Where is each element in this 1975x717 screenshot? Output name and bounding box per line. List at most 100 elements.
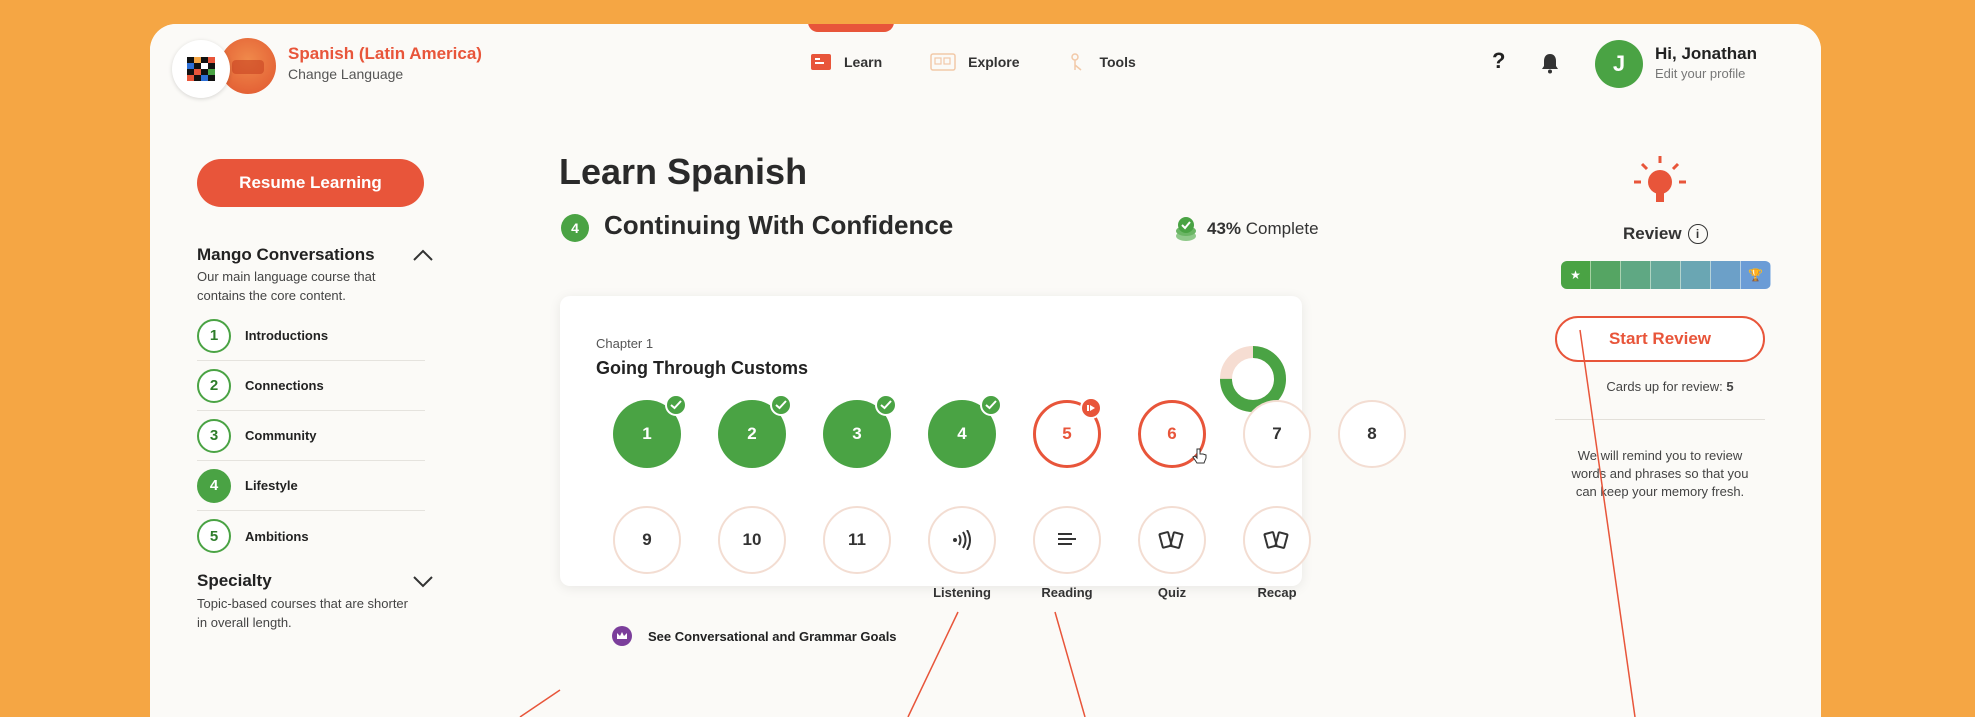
progress-segment	[1711, 261, 1741, 289]
trophy-icon: 🏆	[1741, 261, 1771, 289]
lesson-number: 9	[642, 530, 652, 549]
nav-learn-label: Learn	[844, 54, 883, 70]
mango-logo[interactable]	[172, 40, 230, 98]
cards-icon	[1158, 531, 1184, 549]
edit-profile-link[interactable]: Edit your profile	[1655, 66, 1745, 81]
lesson-5-button[interactable]: 5	[1033, 397, 1102, 468]
check-icon	[875, 394, 897, 416]
check-icon	[770, 394, 792, 416]
specialty-description: Topic-based courses that are shorter in …	[197, 596, 408, 630]
reading-activity-button[interactable]	[1033, 506, 1101, 574]
chevron-up-icon[interactable]	[412, 248, 434, 262]
avatar[interactable]: J	[1595, 40, 1643, 88]
listening-icon	[953, 530, 971, 550]
unit-badge: 4	[561, 214, 589, 242]
chevron-down-icon[interactable]	[412, 574, 434, 588]
recap-label: Recap	[1257, 585, 1297, 600]
info-icon[interactable]: i	[1687, 224, 1708, 244]
lesson-number: 5	[1062, 424, 1072, 443]
chapter-card: Chapter 1 Going Through Customs 1 2 3 4 …	[560, 296, 1311, 600]
unit-label: Connections	[245, 378, 324, 393]
lesson-number: 2	[747, 424, 757, 443]
recap-activity-button[interactable]	[1243, 506, 1311, 574]
nav-tools[interactable]: Tools	[1067, 52, 1136, 72]
unit-label: Ambitions	[245, 528, 309, 544]
lesson-number: 8	[1367, 424, 1377, 443]
check-icon	[665, 394, 687, 416]
remind-text: We will remind you to review words and p…	[1571, 448, 1749, 499]
help-button[interactable]: ?	[1492, 48, 1505, 74]
goals-label: See Conversational and Grammar Goals	[648, 628, 897, 644]
unit-number: 1	[197, 318, 231, 353]
unit-number: 5	[197, 519, 231, 553]
explore-icon	[930, 53, 956, 71]
progress-segment	[1621, 261, 1651, 289]
unit-number: 3	[197, 418, 231, 453]
lesson-9-button[interactable]: 9	[613, 506, 681, 574]
chapter-label: Chapter 1	[596, 336, 654, 351]
course-title[interactable]: Mango Conversations	[197, 245, 375, 265]
crown-icon	[612, 626, 632, 646]
lesson-1-button[interactable]: 1	[613, 394, 687, 468]
lesson-number: 10	[742, 530, 762, 549]
learn-icon	[811, 54, 831, 70]
sidebar-unit-connections[interactable]: 2 Connections	[197, 361, 425, 411]
cards-up-count: 5	[1726, 379, 1734, 394]
completion-stack-icon	[1176, 217, 1196, 241]
review-title: Review i	[1623, 224, 1708, 244]
lesson-7-button[interactable]: 7	[1243, 400, 1311, 468]
specialty-title[interactable]: Specialty	[197, 571, 272, 591]
divider	[1555, 419, 1765, 420]
start-review-button[interactable]: Start Review	[1555, 316, 1765, 362]
sidebar-unit-ambitions[interactable]: 5 Ambitions	[197, 511, 425, 561]
cards-icon	[1263, 531, 1289, 549]
completion-status: 43% Complete	[1175, 216, 1319, 242]
lesson-6-button[interactable]: 6	[1138, 400, 1207, 468]
completion-percent: 43%	[1207, 219, 1242, 238]
unit-title: Continuing With Confidence	[604, 210, 954, 240]
progress-segment	[1591, 261, 1621, 289]
progress-segment	[1651, 261, 1681, 289]
sidebar-unit-community[interactable]: 3 Community	[197, 411, 425, 461]
listening-activity-button[interactable]	[928, 506, 996, 574]
lesson-number: 7	[1272, 424, 1282, 443]
nav-explore[interactable]: Explore	[930, 52, 1019, 72]
reading-label: Reading	[1041, 585, 1093, 600]
resume-play-icon	[1080, 397, 1102, 419]
lesson-10-button[interactable]: 10	[718, 506, 786, 574]
unit-label: Community	[245, 428, 317, 443]
star-icon: ★	[1561, 261, 1591, 289]
cards-up-text: Cards up for review: 5	[1570, 379, 1770, 394]
lesson-number: 4	[957, 424, 967, 443]
unit-number: 2	[197, 368, 231, 403]
listening-label: Listening	[933, 585, 991, 600]
nav-tools-label: Tools	[1099, 54, 1136, 70]
check-icon	[980, 394, 1002, 416]
change-language-link[interactable]: Change Language	[288, 66, 403, 82]
nav-learn[interactable]: Learn	[810, 52, 882, 72]
resume-learning-button[interactable]: Resume Learning	[197, 159, 424, 207]
greeting: Hi, Jonathan	[1655, 44, 1758, 63]
cards-up-label: Cards up for review:	[1606, 379, 1723, 394]
top-bar: Spanish (Latin America) Change Language …	[150, 24, 1821, 106]
lesson-8-button[interactable]: 8	[1338, 400, 1406, 468]
app-window: Spanish (Latin America) Change Language …	[150, 24, 1821, 717]
active-tab-indicator	[808, 24, 894, 32]
sidebar-unit-introductions[interactable]: 1 Introductions	[197, 311, 425, 361]
lesson-4-button[interactable]: 4	[928, 394, 1002, 468]
course-description: Our main language course that contains t…	[197, 269, 376, 303]
main-nav: Learn Explore Tools	[810, 52, 1136, 72]
lesson-2-button[interactable]: 2	[718, 394, 792, 468]
bell-icon[interactable]	[1540, 52, 1560, 74]
tools-icon	[1071, 53, 1082, 71]
sidebar-unit-lifestyle[interactable]: 4 Lifestyle	[197, 461, 425, 511]
quiz-label: Quiz	[1157, 585, 1187, 600]
hand-cursor-icon	[1192, 448, 1207, 464]
language-title[interactable]: Spanish (Latin America)	[288, 44, 482, 64]
lesson-11-button[interactable]: 11	[823, 506, 891, 574]
goals-link[interactable]: See Conversational and Grammar Goals	[612, 626, 897, 646]
reading-icon	[1058, 533, 1076, 545]
quiz-activity-button[interactable]	[1138, 506, 1206, 574]
lightbulb-icon	[1634, 156, 1686, 202]
lesson-3-button[interactable]: 3	[823, 394, 897, 468]
